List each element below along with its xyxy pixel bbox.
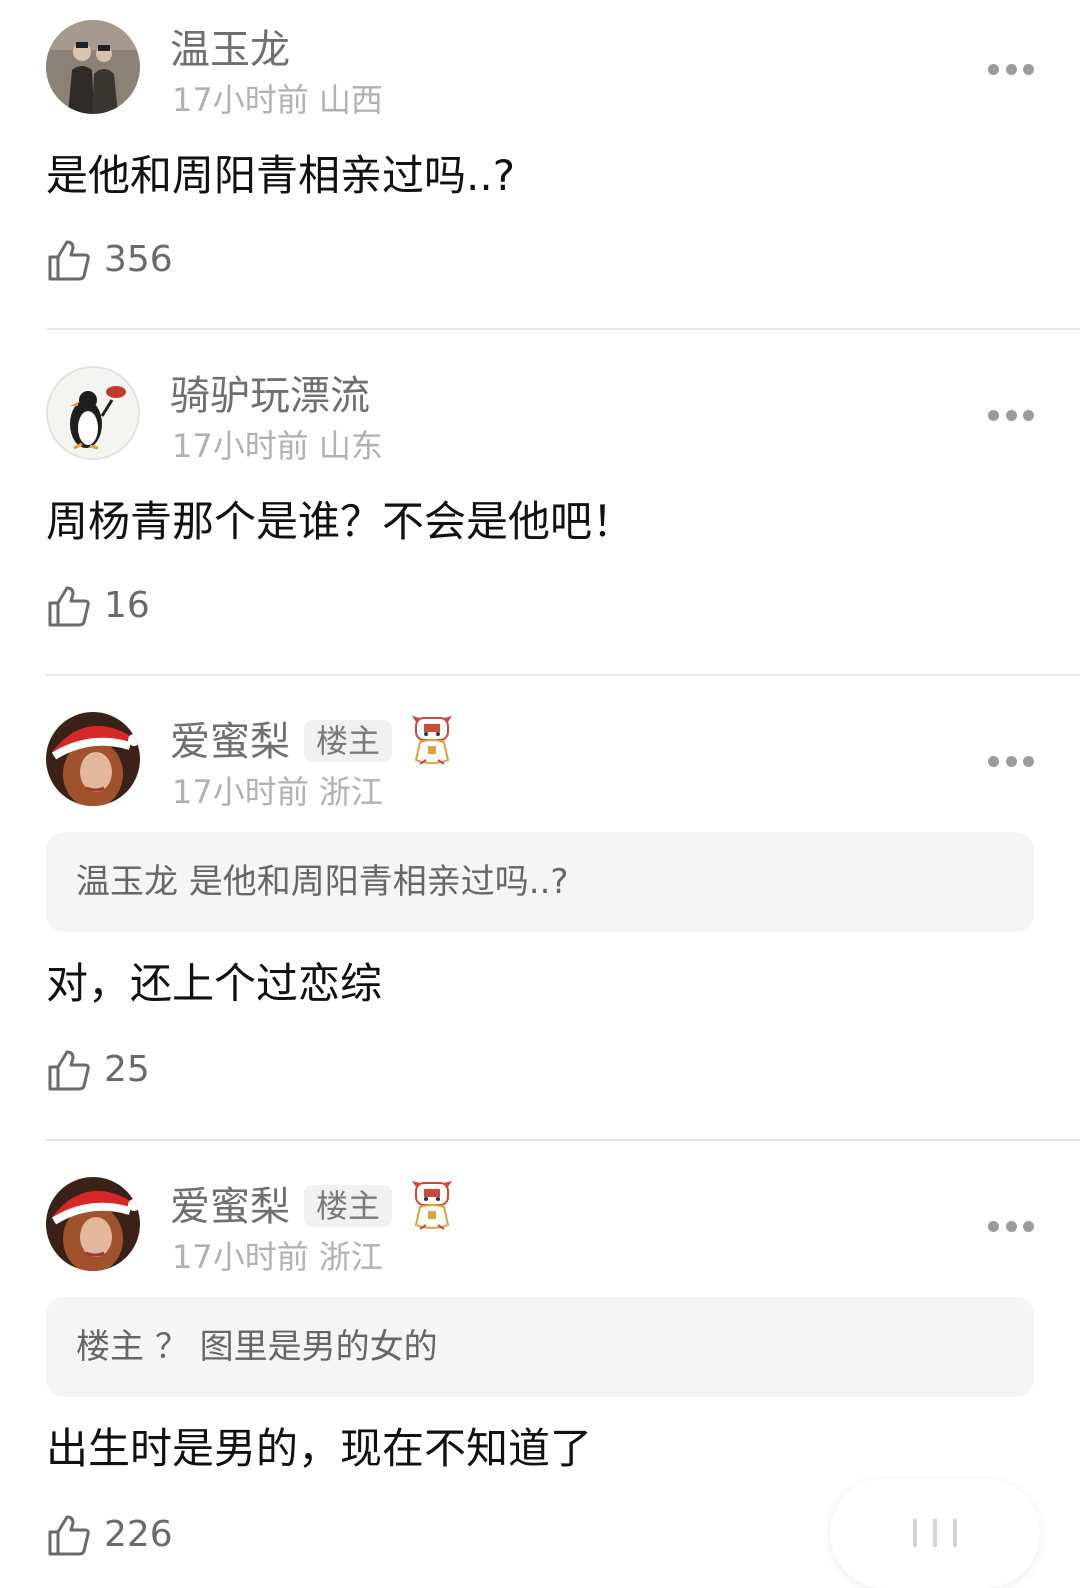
more-options-button[interactable]	[988, 751, 1034, 771]
comment-text: 对，还上个过恋综	[46, 959, 383, 1008]
more-options-button[interactable]	[988, 1216, 1034, 1236]
comment-time: 17小时前	[172, 81, 309, 119]
comment-meta: 17小时前 山东	[172, 426, 383, 466]
quoted-username: 温玉龙	[76, 862, 178, 902]
more-options-button[interactable]	[988, 405, 1034, 425]
username[interactable]: 骑驴玩漂流	[170, 372, 370, 420]
like-button[interactable]: 16	[46, 582, 150, 630]
thumbs-up-icon	[48, 240, 90, 281]
quoted-username: 楼主	[76, 1327, 144, 1367]
like-button[interactable]: 356	[46, 236, 173, 284]
avatar[interactable]	[46, 1177, 140, 1271]
comment-text: 周杨青那个是谁？不会是他吧！	[46, 497, 635, 546]
more-dot	[1005, 63, 1017, 75]
pill-bar	[933, 1519, 937, 1547]
more-options-button[interactable]	[988, 59, 1034, 79]
comment-text: 是他和周阳青相亲过吗..?	[46, 151, 515, 200]
thumbs-up-icon	[48, 1515, 90, 1556]
comment-time: 17小时前	[172, 1238, 309, 1276]
more-dot	[1023, 1220, 1034, 1232]
avatar[interactable]	[46, 20, 140, 114]
quoted-text: 是他和周阳青相亲过吗..?	[188, 862, 569, 902]
comment-location: 山西	[318, 81, 383, 119]
quoted-reply[interactable]: 温玉龙 是他和周阳青相亲过吗..?	[46, 832, 1034, 932]
comment-meta: 17小时前 浙江	[172, 1237, 383, 1277]
divider	[46, 1139, 1080, 1141]
avatar[interactable]	[46, 366, 140, 460]
comment-time: 17小时前	[172, 773, 309, 811]
username[interactable]: 温玉龙	[170, 26, 290, 74]
more-dot	[1005, 409, 1017, 421]
comment-time: 17小时前	[172, 427, 309, 465]
username[interactable]: 爱蜜梨	[170, 1183, 290, 1231]
like-count: 356	[104, 239, 173, 280]
more-dot	[1005, 755, 1017, 767]
quoted-reply[interactable]: 楼主 ？ 图里是男的女的	[46, 1297, 1034, 1397]
divider	[46, 674, 1080, 676]
divider	[46, 328, 1080, 330]
pill-bar	[953, 1519, 957, 1547]
comment-meta: 17小时前 山西	[172, 80, 383, 120]
op-badge: 楼主	[304, 720, 393, 762]
floating-action-pill[interactable]	[830, 1478, 1040, 1588]
comment-location: 浙江	[318, 773, 383, 811]
like-count: 25	[104, 1049, 150, 1090]
tiger-mascot-icon	[412, 1181, 452, 1230]
comment-location: 浙江	[318, 1238, 383, 1276]
more-dots-icon	[988, 1220, 999, 1232]
avatar[interactable]	[46, 712, 140, 806]
username[interactable]: 爱蜜梨	[170, 718, 290, 766]
comment-meta: 17小时前 浙江	[172, 772, 383, 812]
more-dot	[1023, 755, 1034, 767]
pill-bar	[913, 1519, 917, 1547]
like-button[interactable]: 25	[46, 1046, 150, 1094]
comment-location: 山东	[318, 427, 383, 465]
more-dot	[1023, 409, 1034, 421]
more-dot	[1023, 63, 1034, 75]
more-dots-icon	[988, 755, 999, 767]
more-dot	[1005, 1220, 1017, 1232]
tiger-mascot-icon	[412, 716, 452, 765]
thumbs-up-icon	[48, 1050, 90, 1091]
comment-text: 出生时是男的，现在不知道了	[46, 1424, 593, 1473]
more-dots-icon	[988, 409, 999, 421]
thumbs-up-icon	[48, 586, 90, 627]
op-badge: 楼主	[304, 1185, 393, 1227]
like-count: 16	[104, 585, 150, 626]
quoted-text: ？ 图里是男的女的	[154, 1327, 438, 1367]
more-dots-icon	[988, 63, 999, 75]
